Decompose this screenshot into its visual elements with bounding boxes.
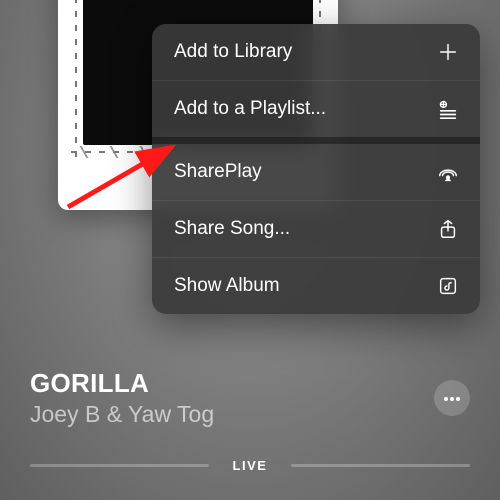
playlist-add-icon <box>436 97 460 121</box>
ellipsis-icon <box>443 389 461 407</box>
add-to-playlist-item[interactable]: Add to a Playlist... <box>152 80 480 137</box>
track-title: GORILLA <box>30 368 470 399</box>
shareplay-icon <box>436 160 460 184</box>
menu-item-label: Share Song... <box>174 218 290 240</box>
more-button[interactable] <box>434 380 470 416</box>
menu-separator <box>152 137 480 144</box>
plus-icon <box>436 40 460 64</box>
progress-line-left <box>30 464 209 467</box>
album-icon <box>436 274 460 298</box>
menu-item-label: SharePlay <box>174 161 262 183</box>
show-album-item[interactable]: Show Album <box>152 257 480 314</box>
share-song-item[interactable]: Share Song... <box>152 200 480 257</box>
shareplay-menu-item[interactable]: SharePlay <box>152 144 480 200</box>
share-icon <box>436 217 460 241</box>
progress-row: LIVE <box>30 455 470 476</box>
live-badge: LIVE <box>223 455 278 476</box>
menu-item-label: Show Album <box>174 275 280 297</box>
menu-item-label: Add to a Playlist... <box>174 98 326 120</box>
context-menu: Add to Library Add to a Playlist... Shar… <box>152 24 480 314</box>
menu-item-label: Add to Library <box>174 41 292 63</box>
add-to-library-item[interactable]: Add to Library <box>152 24 480 80</box>
track-info: GORILLA Joey B & Yaw Tog <box>30 368 470 428</box>
progress-line-right <box>291 464 470 467</box>
track-artist: Joey B & Yaw Tog <box>30 401 470 428</box>
